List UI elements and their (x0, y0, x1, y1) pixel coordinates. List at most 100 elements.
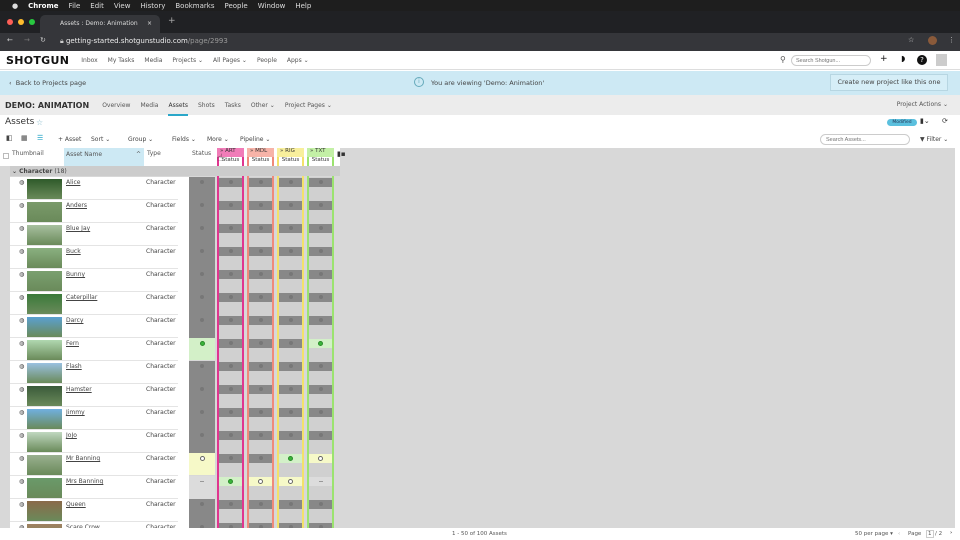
step-cell-art[interactable] (219, 223, 242, 246)
tab-other[interactable]: Other ⌄ (251, 102, 275, 109)
status-na-icon[interactable] (288, 410, 293, 414)
status-na-icon[interactable] (258, 180, 263, 184)
status-na-icon[interactable] (258, 203, 263, 207)
asset-name-link[interactable]: Blue Jay (66, 225, 90, 232)
step-cell-rig[interactable] (279, 223, 302, 246)
group-header-character[interactable]: ⌄ Character (18) (10, 166, 340, 176)
status-na-icon[interactable] (200, 318, 204, 322)
step-cell-mdl[interactable] (249, 384, 272, 407)
status-na-icon[interactable] (200, 295, 204, 299)
status-na-icon[interactable] (288, 502, 293, 506)
asset-thumbnail[interactable] (27, 432, 62, 452)
status-na-icon[interactable] (200, 364, 204, 368)
asset-thumbnail[interactable] (27, 501, 62, 521)
status-na-icon[interactable] (228, 502, 233, 506)
favorite-star-icon[interactable]: ☆ (36, 118, 43, 127)
status-na-icon[interactable] (288, 318, 293, 322)
step-cell-art[interactable] (219, 338, 242, 361)
menu-help[interactable]: Help (295, 2, 311, 10)
table-row[interactable]: ◍ Buck Character (10, 246, 333, 269)
step-cell-txt[interactable] (309, 499, 332, 522)
menu-history[interactable]: History (140, 2, 165, 10)
status-na-icon[interactable] (258, 249, 263, 253)
step-cell-art[interactable] (219, 246, 242, 269)
step-cell-art[interactable] (219, 430, 242, 453)
step-status-header-txt[interactable]: Status (309, 157, 332, 166)
status-na-icon[interactable] (228, 410, 233, 414)
status-na-icon[interactable] (200, 272, 204, 276)
bookmark-star-icon[interactable]: ☆ (908, 36, 914, 44)
group-menu[interactable]: Group ⌄ (128, 136, 153, 143)
tab-shots[interactable]: Shots (198, 102, 215, 109)
step-cell-mdl[interactable] (249, 430, 272, 453)
status-na-icon[interactable] (228, 203, 233, 207)
step-cell-mdl[interactable] (249, 177, 272, 200)
status-final-icon[interactable] (199, 341, 205, 346)
step-cell-art[interactable] (219, 269, 242, 292)
status-na-icon[interactable] (228, 341, 233, 345)
asset-thumbnail[interactable] (27, 225, 62, 245)
add-column-icon[interactable]: ▮▪ (337, 150, 346, 158)
back-to-projects-link[interactable]: ‹ Back to Projects page (9, 79, 86, 87)
col-thumbnail[interactable]: Thumbnail (12, 148, 44, 166)
status-na-icon[interactable] (200, 203, 204, 207)
status-cell[interactable] (189, 476, 215, 499)
status-na-icon[interactable] (288, 272, 293, 276)
status-na-icon[interactable] (200, 502, 204, 506)
step-cell-mdl[interactable] (249, 200, 272, 223)
status-na-icon[interactable] (200, 180, 204, 184)
asset-name-link[interactable]: Caterpillar (66, 294, 97, 301)
filter-button[interactable]: ▼ Filter ⌄ (920, 136, 948, 143)
list-view-icon[interactable]: ☰ (37, 134, 43, 142)
shotgun-logo[interactable]: SHOTGUN (6, 54, 69, 67)
step-cell-txt[interactable] (309, 338, 332, 361)
status-na-icon[interactable] (318, 249, 323, 253)
status-na-icon[interactable] (258, 387, 263, 391)
tab-media[interactable]: Media (140, 102, 158, 109)
step-cell-art[interactable] (219, 499, 242, 522)
reload-icon[interactable]: ↻ (40, 36, 46, 44)
status-na-icon[interactable] (258, 502, 263, 506)
status-na-icon[interactable] (258, 272, 263, 276)
step-cell-art[interactable] (219, 453, 242, 476)
create-project-button[interactable]: Create new project like this one (830, 74, 948, 91)
table-row[interactable]: ◍ Flash Character (10, 361, 333, 384)
status-na-icon[interactable] (228, 364, 233, 368)
status-na-icon[interactable] (258, 410, 263, 414)
status-na-icon[interactable] (258, 226, 263, 230)
status-cell[interactable] (189, 453, 215, 475)
table-row[interactable]: ◍ JoJo Character (10, 430, 333, 453)
step-cell-rig[interactable] (279, 384, 302, 407)
asset-name-link[interactable]: Flash (66, 363, 82, 370)
status-na-icon[interactable] (228, 387, 233, 391)
step-cell-txt[interactable] (309, 361, 332, 384)
status-na-icon[interactable] (318, 502, 323, 506)
status-cell[interactable] (189, 430, 215, 453)
col-status[interactable]: Status (192, 148, 211, 166)
pipeline-icon[interactable]: ◍ (19, 386, 24, 393)
step-cell-rig[interactable] (279, 453, 302, 476)
new-tab-button[interactable]: + (168, 16, 176, 26)
menu-file[interactable]: File (69, 2, 81, 10)
asset-name-link[interactable]: Anders (66, 202, 87, 209)
status-na-icon[interactable] (318, 387, 323, 391)
table-row[interactable]: ◍ Blue Jay Character (10, 223, 333, 246)
status-final-icon[interactable] (318, 341, 323, 346)
nav-media[interactable]: Media (144, 57, 162, 64)
pipeline-icon[interactable]: ◍ (19, 317, 24, 324)
menu-people[interactable]: People (224, 2, 247, 10)
step-cell-rig[interactable] (279, 499, 302, 522)
status-in-progress-icon[interactable] (318, 456, 323, 461)
status-cell[interactable] (189, 246, 215, 269)
close-tab-icon[interactable]: × (147, 20, 152, 27)
step-cell-rig[interactable] (279, 177, 302, 200)
status-na-icon[interactable] (200, 387, 204, 391)
menu-window[interactable]: Window (258, 2, 286, 10)
step-cell-mdl[interactable] (249, 315, 272, 338)
status-na-icon[interactable] (318, 433, 323, 437)
status-na-icon[interactable] (318, 226, 323, 230)
tab-assets[interactable]: Assets (168, 102, 188, 116)
step-cell-rig[interactable] (279, 430, 302, 453)
tab-overview[interactable]: Overview (102, 102, 130, 109)
refresh-icon[interactable]: ⟳ (942, 117, 948, 125)
